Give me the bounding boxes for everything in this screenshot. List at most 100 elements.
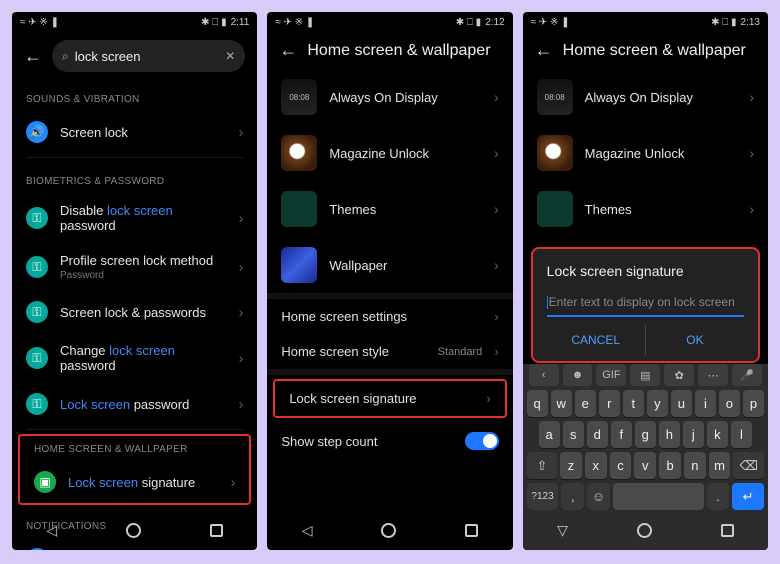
key-w[interactable]: w	[551, 390, 572, 417]
key-enter[interactable]: ↵	[732, 483, 764, 510]
key-space[interactable]	[613, 483, 704, 510]
key-o[interactable]: o	[719, 390, 740, 417]
row-magazine-unlock[interactable]: Magazine Unlock ›	[523, 125, 768, 181]
nav-back-icon[interactable]: ▽	[557, 522, 568, 539]
chevron-right-icon: ›	[749, 89, 754, 105]
back-icon[interactable]: ←	[279, 40, 297, 61]
key-x[interactable]: x	[585, 452, 607, 479]
key-y[interactable]: y	[647, 390, 668, 417]
row-wallpaper[interactable]: Wallpaper ›	[267, 237, 512, 293]
key-g[interactable]: g	[635, 421, 656, 448]
screenshot-3-signature-dialog: ≈ ✈ ※ ❚ ✱ ⎕ ▮2:13 ← Home screen & wallpa…	[523, 12, 768, 550]
row-home-settings[interactable]: Home screen settings ›	[267, 299, 512, 334]
row-change-lock-password[interactable]: ⚿ Change lock screen password ›	[12, 333, 257, 383]
key-q[interactable]: q	[527, 390, 548, 417]
key-t[interactable]: t	[623, 390, 644, 417]
volume-icon: 🔊	[26, 121, 48, 143]
key-u[interactable]: u	[671, 390, 692, 417]
nav-recent-icon[interactable]	[465, 524, 478, 537]
key-d[interactable]: d	[587, 421, 608, 448]
key-icon: ⚿	[26, 301, 48, 323]
kb-row-1: q w e r t y u i o p	[527, 390, 764, 417]
nav-home-icon[interactable]	[637, 523, 652, 538]
key-emoji[interactable]: ☺	[587, 483, 610, 510]
key-e[interactable]: e	[575, 390, 596, 417]
key-v[interactable]: v	[634, 452, 656, 479]
clear-icon[interactable]: ✕	[225, 49, 235, 63]
kb-gif-icon[interactable]: GIF	[596, 364, 626, 386]
nav-recent-icon[interactable]	[210, 524, 223, 537]
key-comma[interactable]: ,	[561, 483, 584, 510]
wallpaper-thumb-icon	[281, 247, 317, 283]
section-sounds: SOUNDS & VIBRATION	[12, 80, 257, 111]
row-lock-screen-password[interactable]: ⚿ Lock screen password ›	[12, 383, 257, 425]
status-bar: ≈ ✈ ※ ❚ ✱ ⎕ ▮2:12	[267, 12, 512, 32]
row-themes[interactable]: Themes ›	[523, 181, 768, 237]
key-r[interactable]: r	[599, 390, 620, 417]
key-k[interactable]: k	[707, 421, 728, 448]
key-f[interactable]: f	[611, 421, 632, 448]
row-themes[interactable]: Themes ›	[267, 181, 512, 237]
row-show-step-count[interactable]: Show step count	[267, 422, 512, 460]
ok-button[interactable]: OK	[646, 325, 744, 355]
key-z[interactable]: z	[560, 452, 582, 479]
chevron-right-icon: ›	[239, 304, 244, 320]
kb-settings-icon[interactable]: ✿	[664, 364, 694, 386]
row-home-style[interactable]: Home screen style Standard ›	[267, 334, 512, 369]
key-s[interactable]: s	[563, 421, 584, 448]
signature-input[interactable]: Enter text to display on lock screen	[547, 289, 744, 317]
row-screen-lock[interactable]: 🔊 Screen lock ›	[12, 111, 257, 153]
key-icon: ⚿	[26, 256, 48, 278]
chevron-right-icon: ›	[494, 309, 498, 324]
nav-back-icon[interactable]: ◁	[46, 522, 57, 539]
key-c[interactable]: c	[610, 452, 632, 479]
cancel-button[interactable]: CANCEL	[547, 325, 646, 355]
kb-sticker-icon[interactable]: ☻	[563, 364, 593, 386]
status-bar: ≈ ✈ ※ ❚ ✱ ⎕ ▮2:11	[12, 12, 257, 32]
search-icon: ⌕	[62, 49, 69, 64]
key-shift[interactable]: ⇧	[527, 452, 557, 479]
key-m[interactable]: m	[709, 452, 731, 479]
signature-dialog: Lock screen signature Enter text to disp…	[531, 247, 760, 363]
search-query: lock screen	[75, 49, 220, 64]
step-count-toggle[interactable]	[465, 432, 499, 450]
search-input[interactable]: ⌕ lock screen ✕	[52, 40, 245, 72]
key-h[interactable]: h	[659, 421, 680, 448]
row-screen-lock-passwords[interactable]: ⚿ Screen lock & passwords ›	[12, 291, 257, 333]
key-p[interactable]: p	[743, 390, 764, 417]
row-always-on-display[interactable]: 08:08 Always On Display ›	[267, 69, 512, 125]
magazine-thumb-icon	[537, 135, 573, 171]
key-num[interactable]: ?123	[527, 483, 559, 510]
aod-thumb-icon: 08:08	[281, 79, 317, 115]
kb-more-icon[interactable]: ⋯	[698, 364, 728, 386]
kb-row-3: ⇧ z x c v b n m ⌫	[527, 452, 764, 479]
status-bar: ≈ ✈ ※ ❚ ✱ ⎕ ▮2:13	[523, 12, 768, 32]
nav-home-icon[interactable]	[126, 523, 141, 538]
back-icon[interactable]: ←	[535, 40, 553, 61]
key-b[interactable]: b	[659, 452, 681, 479]
nav-back-icon[interactable]: ◁	[302, 522, 313, 539]
key-n[interactable]: n	[684, 452, 706, 479]
key-l[interactable]: l	[731, 421, 752, 448]
chevron-right-icon: ›	[486, 391, 490, 406]
back-icon[interactable]: ←	[24, 46, 42, 67]
row-lock-screen-signature[interactable]: Lock screen signature ›	[275, 381, 504, 416]
kb-clipboard-icon[interactable]: ▤	[630, 364, 660, 386]
row-magazine-unlock[interactable]: Magazine Unlock ›	[267, 125, 512, 181]
chevron-right-icon: ›	[239, 124, 244, 140]
nav-recent-icon[interactable]	[721, 524, 734, 537]
row-profile-lock-method[interactable]: ⚿ Profile screen lock method Password ›	[12, 243, 257, 291]
key-backspace[interactable]: ⌫	[733, 452, 763, 479]
kb-mic-icon[interactable]: 🎤	[732, 364, 762, 386]
kb-collapse-icon[interactable]: ‹	[529, 364, 559, 386]
row-disable-lock-password[interactable]: ⚿ Disable lock screen password ›	[12, 193, 257, 243]
row-always-on-display[interactable]: 08:08 Always On Display ›	[523, 69, 768, 125]
row-lock-screen-signature[interactable]: ▣ Lock screen signature ›	[20, 461, 249, 503]
key-dot[interactable]: .	[707, 483, 730, 510]
key-icon: ⚿	[26, 347, 48, 369]
key-i[interactable]: i	[695, 390, 716, 417]
nav-home-icon[interactable]	[381, 523, 396, 538]
key-j[interactable]: j	[683, 421, 704, 448]
themes-thumb-icon	[281, 191, 317, 227]
key-a[interactable]: a	[539, 421, 560, 448]
